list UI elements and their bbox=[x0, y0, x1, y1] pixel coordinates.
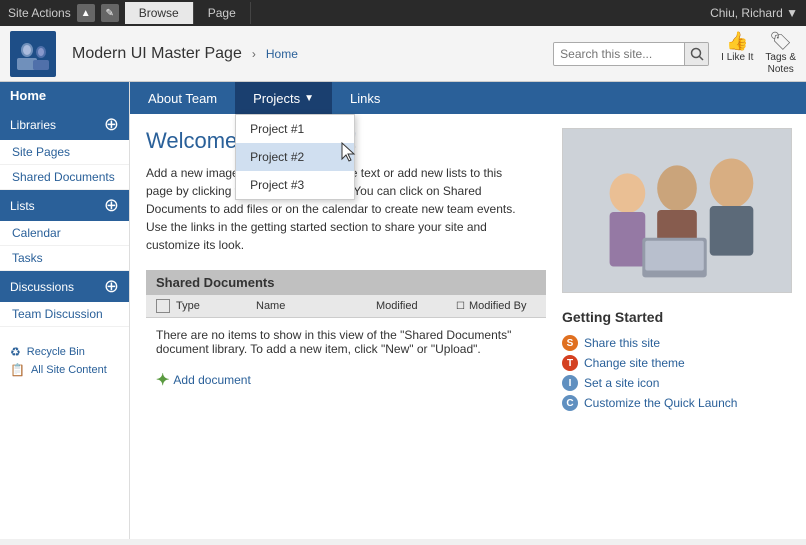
nav-recycle-bin[interactable]: ♻ Recycle Bin bbox=[10, 343, 119, 361]
nav-lists-expand: ⊕ bbox=[104, 195, 119, 216]
nav-discussions-expand: ⊕ bbox=[104, 276, 119, 297]
nav-team-discussion[interactable]: Team Discussion bbox=[0, 302, 129, 327]
nav-libraries-label: Libraries bbox=[10, 118, 56, 132]
site-title: Modern UI Master Page bbox=[72, 45, 242, 63]
col-type: Type bbox=[176, 300, 256, 312]
nav-discussions-label: Discussions bbox=[10, 280, 74, 294]
doc-table-columns: Type Name Modified ☐ Modified By bbox=[146, 295, 546, 318]
tags-button[interactable]: 🏷 Tags &Notes bbox=[765, 31, 796, 76]
getting-started-title: Getting Started bbox=[562, 309, 806, 325]
projects-dropdown-arrow: ▼ bbox=[304, 93, 314, 104]
nav-lists-header[interactable]: Lists ⊕ bbox=[0, 190, 129, 221]
top-bar: Site Actions ▲ ✎ Browse Page Chiu, Richa… bbox=[0, 0, 806, 26]
col-modified: Modified bbox=[376, 300, 456, 312]
breadcrumb-home[interactable]: Home bbox=[266, 47, 298, 61]
table-empty-message: There are no items to show in this view … bbox=[146, 318, 546, 366]
team-photo bbox=[562, 128, 792, 293]
search-box bbox=[553, 42, 709, 66]
site-title-area: Modern UI Master Page › Home bbox=[72, 45, 298, 63]
all-content-icon: 📋 bbox=[10, 363, 25, 377]
main-layout: Home Libraries ⊕ Site Pages Shared Docum… bbox=[0, 82, 806, 539]
ribbon-right: 👍 I Like It 🏷 Tags &Notes bbox=[553, 31, 796, 76]
nav-discussions-header[interactable]: Discussions ⊕ bbox=[0, 271, 129, 302]
search-icon bbox=[690, 47, 704, 61]
site-logo bbox=[10, 31, 56, 77]
dropdown-project3[interactable]: Project #3 bbox=[236, 171, 354, 199]
logo-svg bbox=[13, 34, 53, 74]
tags-icon: 🏷 bbox=[769, 31, 792, 52]
nav-tasks[interactable]: Tasks bbox=[0, 246, 129, 271]
gs-quicklaunch-link[interactable]: C Customize the Quick Launch bbox=[562, 393, 806, 413]
like-icon: 👍 bbox=[726, 31, 748, 52]
gs-icon-link[interactable]: I Set a site icon bbox=[562, 373, 806, 393]
nav-links[interactable]: Links bbox=[332, 82, 398, 114]
ribbon: Modern UI Master Page › Home 👍 I Like It… bbox=[0, 26, 806, 82]
tab-browse[interactable]: Browse bbox=[125, 2, 194, 24]
left-nav: Home Libraries ⊕ Site Pages Shared Docum… bbox=[0, 82, 130, 539]
top-nav: About Team Projects ▼ Project #1 Project… bbox=[130, 82, 806, 114]
doc-table-header: Shared Documents bbox=[146, 270, 546, 295]
shared-documents-section: Shared Documents Type Name Modified bbox=[146, 270, 546, 394]
icon-icon: I bbox=[562, 375, 578, 391]
content-area: About Team Projects ▼ Project #1 Project… bbox=[130, 82, 806, 539]
like-label: I Like It bbox=[721, 52, 753, 63]
upload-icon[interactable]: ▲ bbox=[77, 4, 95, 22]
projects-dropdown-trigger[interactable]: Projects ▼ bbox=[253, 91, 314, 106]
gs-share-link[interactable]: S Share this site bbox=[562, 333, 806, 353]
dropdown-project2[interactable]: Project #2 bbox=[236, 143, 354, 171]
theme-icon: T bbox=[562, 355, 578, 371]
nav-home[interactable]: Home bbox=[0, 82, 129, 109]
dropdown-project1[interactable]: Project #1 bbox=[236, 115, 354, 143]
nav-site-pages[interactable]: Site Pages bbox=[0, 140, 129, 165]
getting-started-section: Getting Started S Share this site T Chan… bbox=[562, 309, 806, 413]
user-menu[interactable]: Chiu, Richard ▼ bbox=[710, 6, 798, 20]
gs-theme-link[interactable]: T Change site theme bbox=[562, 353, 806, 373]
top-bar-left: Site Actions ▲ ✎ Browse Page bbox=[8, 2, 251, 24]
edit-icon[interactable]: ✎ bbox=[101, 4, 119, 22]
col-modified-by: ☐ Modified By bbox=[456, 300, 536, 312]
tags-label: Tags &Notes bbox=[765, 52, 796, 76]
nav-calendar[interactable]: Calendar bbox=[0, 221, 129, 246]
projects-dropdown-menu: Project #1 Project #2 Project #3 bbox=[235, 114, 355, 200]
nav-shared-documents[interactable]: Shared Documents bbox=[0, 165, 129, 190]
nav-about-team[interactable]: About Team bbox=[130, 82, 235, 114]
page-content: Welcome to your site! Add a new image, c… bbox=[130, 114, 806, 427]
col-name: Name bbox=[256, 300, 376, 312]
team-photo-svg bbox=[563, 128, 791, 293]
select-all-checkbox[interactable] bbox=[156, 299, 170, 313]
ribbon-tabs: Browse Page bbox=[125, 2, 251, 24]
search-input[interactable] bbox=[554, 43, 684, 65]
like-button[interactable]: 👍 I Like It bbox=[721, 31, 753, 63]
like-tags-area: 👍 I Like It 🏷 Tags &Notes bbox=[721, 31, 796, 76]
search-button[interactable] bbox=[684, 43, 708, 65]
nav-footer: ♻ Recycle Bin 📋 All Site Content bbox=[0, 335, 129, 387]
add-document-button[interactable]: ✦ Add document bbox=[146, 366, 546, 394]
share-icon: S bbox=[562, 335, 578, 351]
col-checkbox-2[interactable]: ☐ bbox=[456, 301, 465, 312]
nav-home-label: Home bbox=[10, 88, 46, 103]
breadcrumb-separator: › bbox=[252, 47, 256, 61]
nav-libraries-header[interactable]: Libraries ⊕ bbox=[0, 109, 129, 140]
add-icon: ✦ bbox=[156, 370, 169, 390]
quicklaunch-icon: C bbox=[562, 395, 578, 411]
nav-libraries-expand: ⊕ bbox=[104, 114, 119, 135]
content-right: Getting Started S Share this site T Chan… bbox=[562, 128, 806, 413]
site-actions-button[interactable]: Site Actions bbox=[8, 6, 71, 20]
ribbon-left: Modern UI Master Page › Home bbox=[10, 31, 298, 77]
tab-page[interactable]: Page bbox=[194, 2, 251, 24]
nav-all-site-content[interactable]: 📋 All Site Content bbox=[10, 361, 119, 379]
recycle-icon: ♻ bbox=[10, 345, 21, 359]
nav-lists-label: Lists bbox=[10, 199, 35, 213]
nav-projects[interactable]: Projects ▼ Project #1 Project #2 Project… bbox=[235, 82, 332, 114]
